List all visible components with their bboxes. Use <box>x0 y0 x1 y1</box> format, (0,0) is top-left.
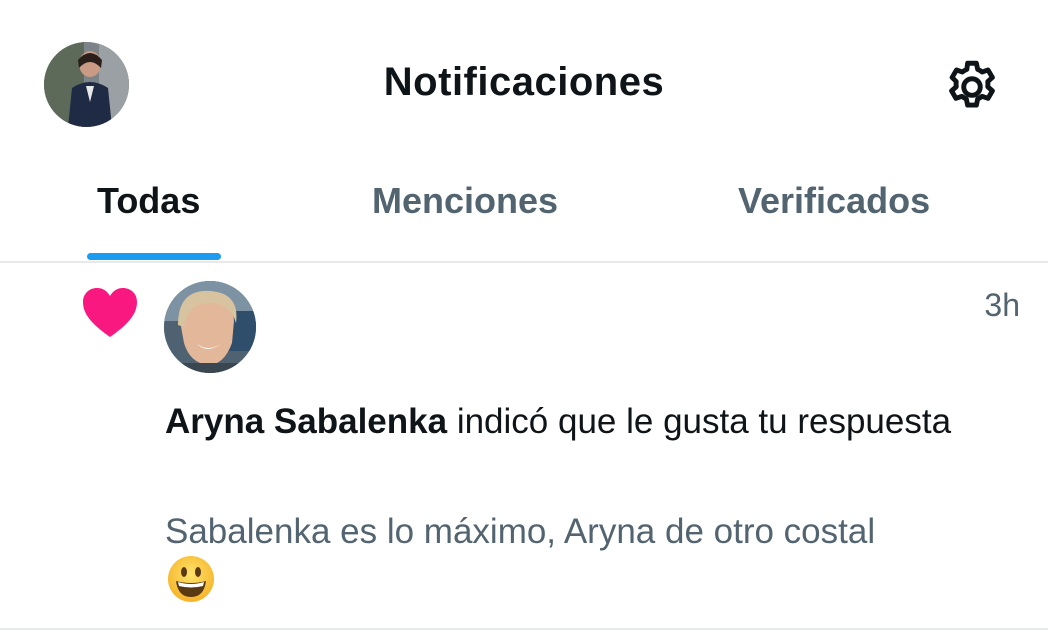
notification-text: Aryna Sabalenka indicó que le gusta tu r… <box>165 397 985 447</box>
user-avatar[interactable] <box>164 281 256 373</box>
notifications-page: Notificaciones Todas Menciones Verificad… <box>0 0 1048 640</box>
tab-verificados[interactable]: Verificados <box>738 180 930 250</box>
divider <box>0 628 1048 630</box>
tab-bar: Todas Menciones Verificados <box>0 170 1048 262</box>
grinning-face-emoji <box>167 555 215 603</box>
tab-todas[interactable]: Todas <box>97 180 200 250</box>
timestamp: 3h <box>984 287 1020 323</box>
header: Notificaciones <box>0 0 1048 170</box>
notification-item[interactable]: 3h Aryna Sabalenka indicó que le gusta t… <box>0 263 1048 629</box>
notification-action: indicó que le gusta tu respuesta <box>447 402 952 441</box>
gear-icon[interactable] <box>941 56 1003 118</box>
heart-icon <box>82 287 138 339</box>
user-name[interactable]: Aryna Sabalenka <box>165 402 447 441</box>
page-title: Notificaciones <box>383 60 665 104</box>
active-tab-indicator <box>87 253 221 260</box>
tab-menciones[interactable]: Menciones <box>372 180 558 250</box>
quoted-reply-text: Sabalenka es lo máximo, Aryna de otro co… <box>165 512 876 551</box>
